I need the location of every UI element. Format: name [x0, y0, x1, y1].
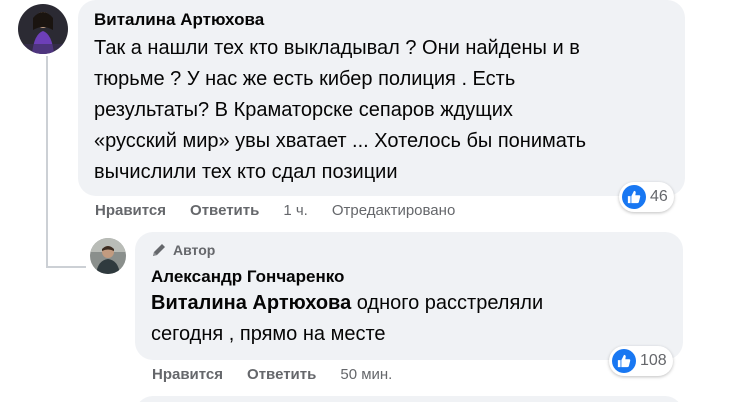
reaction-summary[interactable]: 108	[609, 346, 673, 376]
reaction-summary[interactable]: 46	[619, 182, 674, 212]
comment-actions: Нравится Ответить 1 ч. Отредактировано	[95, 202, 455, 219]
thread-connector	[46, 56, 48, 268]
edited-label: Отредактировано	[331, 202, 456, 219]
like-icon	[622, 185, 646, 209]
author-badge: Автор	[151, 242, 215, 258]
reaction-count: 46	[650, 188, 668, 205]
reply-timestamp[interactable]: 50 мин.	[340, 366, 392, 383]
comment-timestamp[interactable]: 1 ч.	[283, 202, 308, 219]
next-comment-bubble	[135, 396, 683, 402]
reply-text: Виталина Артюхова одного расстреляли сег…	[151, 288, 676, 350]
reply-button[interactable]: Ответить	[247, 366, 316, 383]
like-button[interactable]: Нравится	[152, 366, 223, 383]
avatar[interactable]	[90, 238, 126, 274]
comment-text-line: тюрьме ? У нас же есть кибер полиция . Е…	[94, 68, 516, 90]
comment-text: Так а нашли тех кто выкладывал ? Они най…	[94, 33, 679, 188]
comment-text-line: Так а нашли тех кто выкладывал ? Они най…	[94, 37, 580, 59]
pencil-icon	[153, 244, 165, 256]
comment-text-line: результаты? В Краматорске сепаров ждущих	[94, 99, 513, 121]
reply-button[interactable]: Ответить	[190, 202, 259, 219]
comment-author[interactable]: Виталина Артюхова	[94, 10, 264, 30]
comment-bubble: Виталина Артюхова Так а нашли тех кто вы…	[78, 0, 685, 196]
reaction-count: 108	[640, 352, 667, 369]
comment-text-line: «русский мир» увы хватает ... Хотелось б…	[94, 130, 587, 152]
reply-text-line: сегодня , прямо на месте	[151, 323, 386, 345]
reply-actions: Нравится Ответить 50 мин.	[152, 366, 392, 383]
like-icon	[612, 349, 636, 373]
reply-author[interactable]: Александр Гончаренко	[151, 267, 344, 287]
comment-text-line: вычислили тех кто сдал позиции	[94, 161, 398, 183]
author-badge-label: Автор	[173, 242, 216, 258]
like-button[interactable]: Нравится	[95, 202, 166, 219]
mention-link[interactable]: Виталина Артюхова	[151, 292, 351, 314]
avatar[interactable]	[18, 4, 68, 54]
reply-text-line: Виталина Артюхова одного расстреляли	[151, 288, 676, 319]
reply-bubble: Автор Александр Гончаренко Виталина Артю…	[135, 232, 683, 360]
reply-text-rest: одного расстреляли	[351, 292, 544, 314]
thread-connector	[46, 266, 86, 268]
